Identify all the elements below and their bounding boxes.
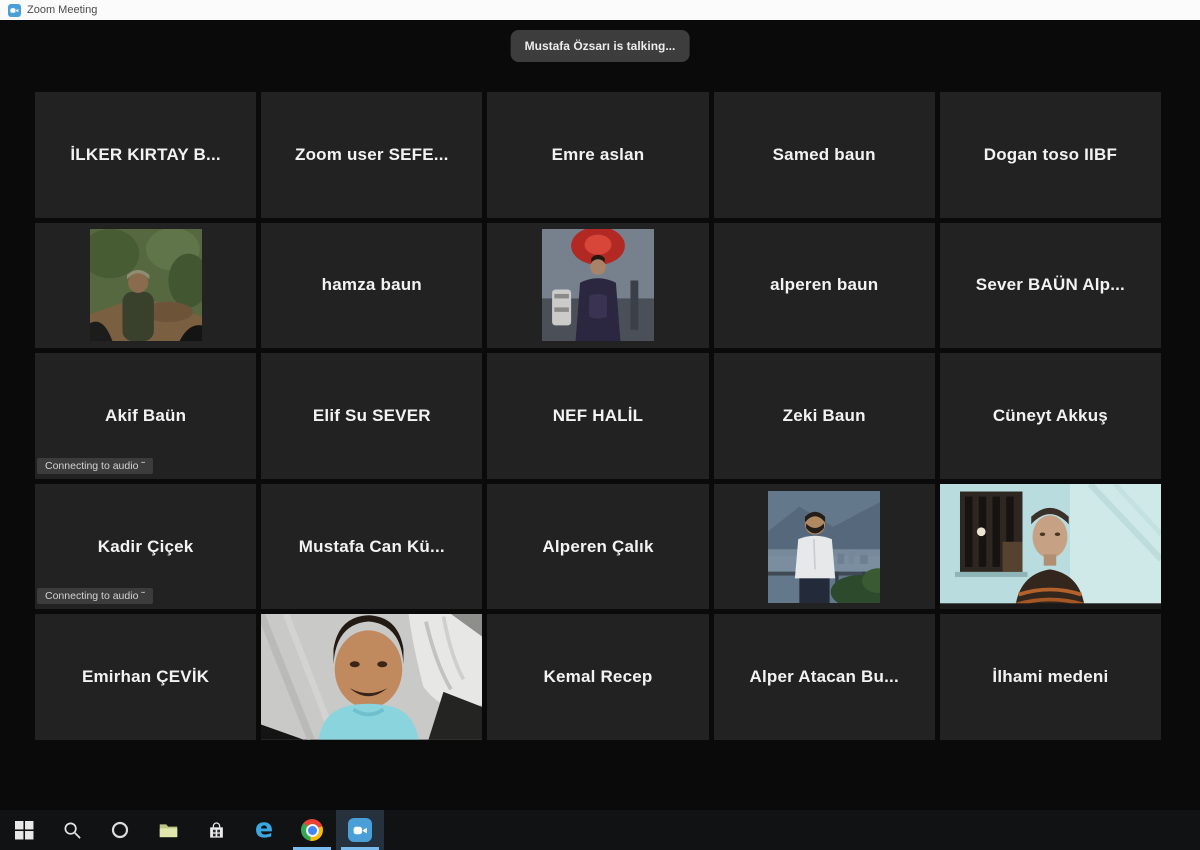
participant-name: Zoom user SEFE...	[295, 145, 449, 165]
participant-tile[interactable]: Dogan toso IIBF	[940, 92, 1161, 218]
windows-start-icon	[15, 821, 34, 840]
participant-name: Elif Su SEVER	[313, 406, 431, 426]
participant-name: Alper Atacan Bu...	[750, 667, 899, 687]
participant-tile[interactable]: Cüneyt Akkuş	[940, 353, 1161, 479]
participant-name: Cüneyt Akkuş	[993, 406, 1108, 426]
connecting-audio-status: Connecting to audio ˜	[37, 458, 153, 474]
participant-tile[interactable]: Kemal Recep	[487, 614, 708, 740]
participant-tile[interactable]	[487, 223, 708, 349]
participant-tile[interactable]: Alper Atacan Bu...	[714, 614, 935, 740]
mountain-man-video	[768, 491, 880, 603]
search-taskbar-button[interactable]	[48, 810, 96, 850]
participant-name: Kadir Çiçek	[98, 537, 194, 557]
participant-name: Emirhan ÇEVİK	[82, 667, 209, 687]
cortana-task-view-icon	[110, 820, 130, 840]
participant-tile[interactable]	[940, 484, 1161, 610]
participant-name: Dogan toso IIBF	[984, 145, 1117, 165]
participant-name: Sever BAÜN Alp...	[976, 275, 1125, 295]
participant-tile[interactable]	[714, 484, 935, 610]
participant-name: Zeki Baun	[783, 406, 866, 426]
participant-name: Mustafa Can Kü...	[299, 537, 445, 557]
participant-tile[interactable]: İlhami medeni	[940, 614, 1161, 740]
chrome-taskbar-button[interactable]	[288, 810, 336, 850]
blue-shirt-man-video	[261, 614, 482, 740]
participant-name: Samed baun	[773, 145, 876, 165]
chrome-icon	[301, 819, 323, 841]
participant-name: NEF HALİL	[553, 406, 644, 426]
edge-icon: e	[255, 816, 273, 842]
participant-tile[interactable]	[261, 614, 482, 740]
participant-name: Emre aslan	[552, 145, 645, 165]
windows-taskbar[interactable]: e	[0, 810, 1200, 850]
participant-tile[interactable]: Samed baun	[714, 92, 935, 218]
participant-tile[interactable]: Kadir Çiçek Connecting to audio ˜	[35, 484, 256, 610]
participant-tile[interactable]: Mustafa Can Kü...	[261, 484, 482, 610]
file-explorer-folder-icon	[158, 820, 179, 841]
file-explorer-taskbar-button[interactable]	[144, 810, 192, 850]
participant-tile[interactable]: Akif Baün Connecting to audio ˜	[35, 353, 256, 479]
flag-man-video	[542, 229, 654, 341]
store-taskbar-button[interactable]	[192, 810, 240, 850]
search-icon	[63, 821, 82, 840]
participant-grid: İLKER KIRTAY B... Zoom user SEFE... Emre a…	[35, 92, 1161, 740]
window-titlebar[interactable]: Zoom Meeting	[0, 0, 1200, 20]
participant-name: Alperen Çalık	[542, 537, 653, 557]
participant-tile[interactable]: hamza baun	[261, 223, 482, 349]
participant-tile[interactable]: Alperen Çalık	[487, 484, 708, 610]
participant-tile[interactable]: Emirhan ÇEVİK	[35, 614, 256, 740]
zoom-app-icon	[8, 4, 21, 17]
participant-name: alperen baun	[770, 275, 878, 295]
window-title: Zoom Meeting	[27, 4, 97, 16]
participant-tile[interactable]: Zoom user SEFE...	[261, 92, 482, 218]
participant-tile[interactable]: alperen baun	[714, 223, 935, 349]
participant-name: İlhami medeni	[992, 667, 1108, 687]
outdoor-cap-man-video	[90, 229, 202, 341]
edge-taskbar-button[interactable]: e	[240, 810, 288, 850]
participant-tile[interactable]: Sever BAÜN Alp...	[940, 223, 1161, 349]
participant-tile[interactable]	[35, 223, 256, 349]
participant-tile[interactable]: Emre aslan	[487, 92, 708, 218]
participant-tile[interactable]: Zeki Baun	[714, 353, 935, 479]
participant-name: hamza baun	[322, 275, 422, 295]
talking-toast-text: Mustafa Özsarı is talking...	[525, 39, 676, 53]
connecting-audio-status: Connecting to audio ˜	[37, 588, 153, 604]
participant-name: İLKER KIRTAY B...	[70, 145, 220, 165]
participant-tile[interactable]: NEF HALİL	[487, 353, 708, 479]
participant-tile[interactable]: Elif Su SEVER	[261, 353, 482, 479]
meeting-stage: Mustafa Özsarı is talking... İLKER KIRTA…	[0, 20, 1200, 810]
participant-name: Akif Baün	[105, 406, 186, 426]
microsoft-store-icon	[207, 821, 226, 840]
talking-toast: Mustafa Özsarı is talking...	[511, 30, 690, 62]
start-taskbar-button[interactable]	[0, 810, 48, 850]
participant-name: Kemal Recep	[544, 667, 653, 687]
task-view-taskbar-button[interactable]	[96, 810, 144, 850]
zoom-taskbar-icon	[348, 818, 372, 842]
participant-tile[interactable]: İLKER KIRTAY B...	[35, 92, 256, 218]
chrome-icon-center	[306, 824, 319, 837]
window-bars-man-video	[940, 484, 1161, 610]
zoom-taskbar-button[interactable]	[336, 810, 384, 850]
